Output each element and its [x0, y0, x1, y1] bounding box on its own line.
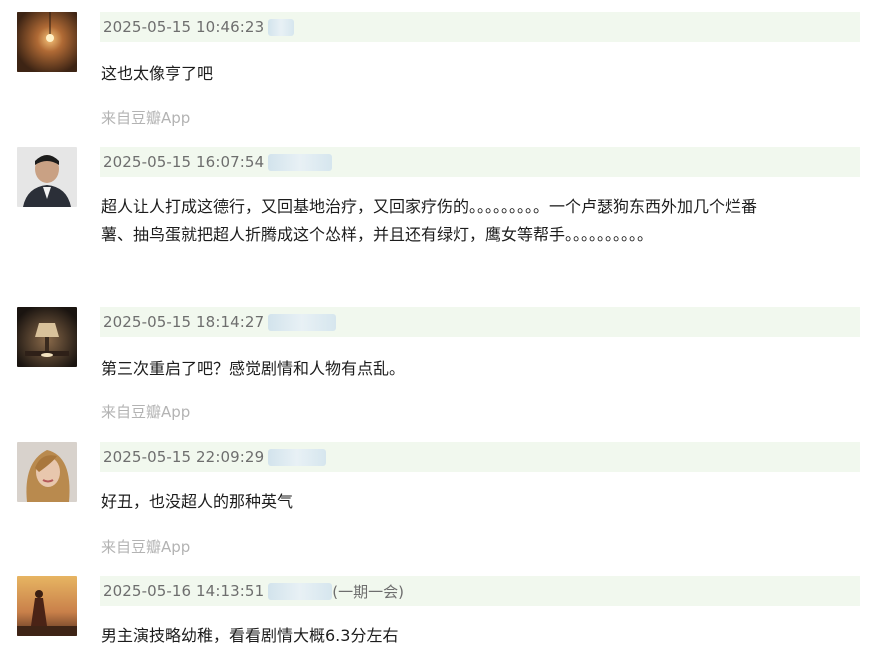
- comment-timestamp: 2025-05-16 14:13:51: [103, 582, 265, 600]
- comment-text-line: 第三次重启了吧？感觉剧情和人物有点乱。: [101, 359, 406, 378]
- comment-text: 男主演技略幼稚，看看剧情大概6.3分左右: [101, 622, 861, 650]
- comment-text-line: 薯、抽鸟蛋就把超人折腾成这个怂样，并且还有绿灯，鹰女等帮手。。。。。。。。。。: [101, 225, 654, 244]
- comment-text: 超人让人打成这德行，又回基地治疗，又回家疗伤的。。。。。。。。。一个卢瑟狗东西外…: [101, 193, 861, 249]
- username-redacted[interactable]: [268, 448, 327, 466]
- comment-text: 第三次重启了吧？感觉剧情和人物有点乱。: [101, 355, 861, 383]
- username-redacted[interactable]: [268, 153, 333, 171]
- username-redacted[interactable]: [268, 313, 337, 331]
- comment-meta: 2025-05-15 22:09:29: [100, 442, 860, 472]
- comment-meta: 2025-05-16 14:13:51 (一期一会): [100, 576, 860, 606]
- comment-text: 这也太像亨了吧: [101, 60, 861, 88]
- comment-timestamp: 2025-05-15 10:46:23: [103, 18, 265, 36]
- comment-list: 2025-05-15 10:46:23 这也太像亨了吧 来自豆瓣App 2025…: [0, 0, 895, 666]
- comment-meta: 2025-05-15 10:46:23: [100, 12, 860, 42]
- comment-text-line: 这也太像亨了吧: [101, 64, 214, 83]
- lamp-avatar-icon[interactable]: [17, 12, 77, 72]
- comment-timestamp: 2025-05-15 22:09:29: [103, 448, 265, 466]
- username-suffix[interactable]: (一期一会): [332, 581, 404, 602]
- comment-source: 来自豆瓣App: [101, 109, 191, 127]
- comment-source: 来自豆瓣App: [101, 538, 191, 556]
- man-portrait-avatar-icon[interactable]: [17, 147, 77, 207]
- comment-timestamp: 2025-05-15 16:07:54: [103, 153, 265, 171]
- comment-text-line: 好丑，也没超人的那种英气: [101, 492, 294, 511]
- comment-text-line: 男主演技略幼稚，看看剧情大概6.3分左右: [101, 626, 399, 645]
- comment-text: 好丑，也没超人的那种英气: [101, 488, 861, 516]
- comment-timestamp: 2025-05-15 18:14:27: [103, 313, 265, 331]
- woman-portrait-avatar-icon[interactable]: [17, 442, 77, 502]
- username-redacted[interactable]: [268, 582, 333, 600]
- comment-source: 来自豆瓣App: [101, 403, 191, 421]
- comment-meta: 2025-05-15 16:07:54: [100, 147, 860, 177]
- username-redacted[interactable]: [268, 18, 295, 36]
- table-lamp-avatar-icon[interactable]: [17, 307, 77, 367]
- comment-text-line: 超人让人打成这德行，又回基地治疗，又回家疗伤的。。。。。。。。。一个卢瑟狗东西外…: [101, 197, 758, 216]
- comment-meta: 2025-05-15 18:14:27: [100, 307, 860, 337]
- sunset-figure-avatar-icon[interactable]: [17, 576, 77, 636]
